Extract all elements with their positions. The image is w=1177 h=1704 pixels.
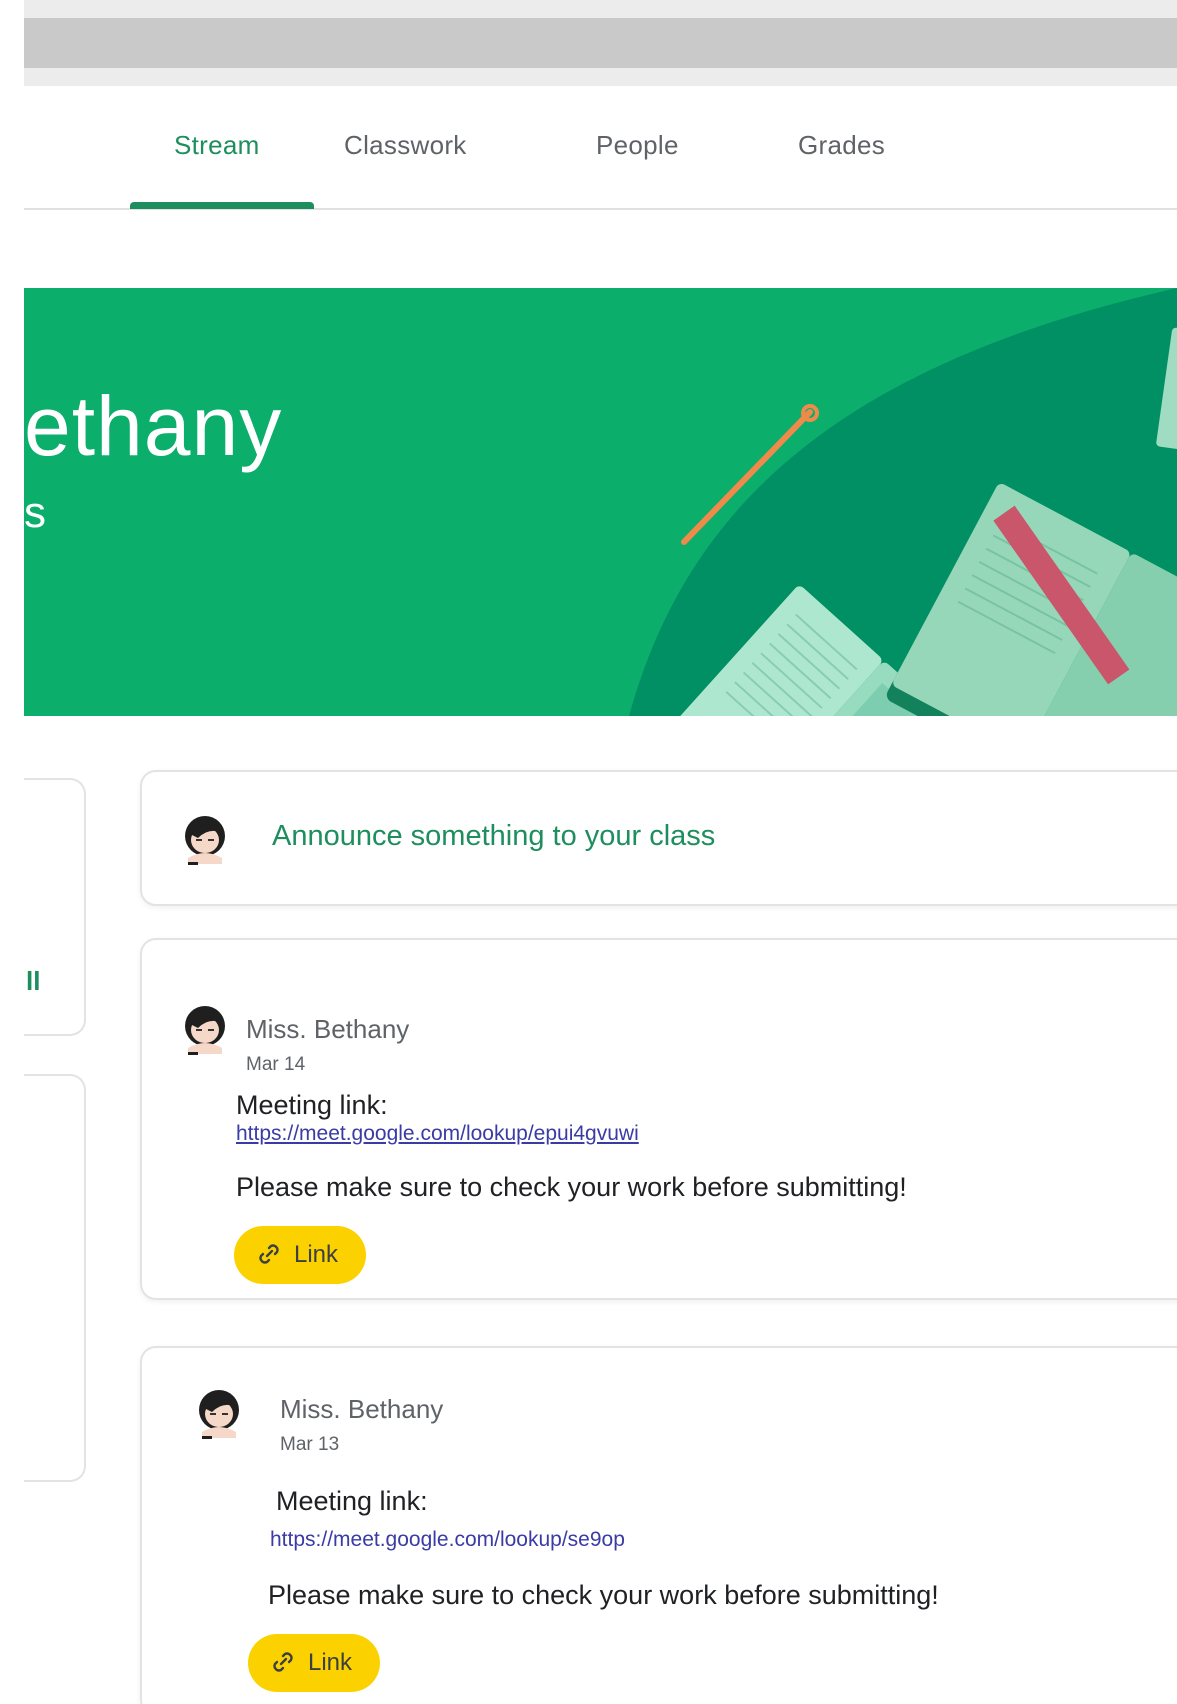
class-info-card	[24, 1074, 86, 1482]
post-author: Miss. Bethany	[280, 1394, 444, 1424]
tab-stream[interactable]: Stream	[174, 130, 260, 161]
announce-placeholder[interactable]: Announce something to your class	[272, 820, 715, 853]
tab-grades[interactable]: Grades	[798, 130, 885, 161]
post-message: Please make sure to check your work befo…	[268, 1580, 939, 1610]
browser-toolbar-edge	[24, 68, 1177, 86]
post-author: Miss. Bethany	[246, 1014, 410, 1044]
avatar	[185, 816, 225, 865]
post-message: Please make sure to check your work befo…	[236, 1172, 907, 1202]
post-date: Mar 14	[246, 1054, 306, 1075]
author-avatar	[185, 1006, 225, 1055]
view-all-link[interactable]: ll	[26, 966, 40, 997]
post-card: Miss. Bethany Mar 14 Meeting link: https…	[140, 938, 1177, 1300]
link-chip[interactable]: Link	[248, 1634, 380, 1692]
browser-toolbar	[24, 18, 1177, 68]
class-tabs: Stream Classwork People Grades	[24, 86, 1177, 210]
active-tab-indicator	[130, 202, 314, 209]
link-icon	[259, 1244, 279, 1264]
post-card: Miss. Bethany Mar 13 Meeting link: https…	[140, 1346, 1177, 1704]
meeting-label: Meeting link:	[236, 1090, 388, 1120]
upcoming-card: ll	[24, 778, 86, 1036]
link-chip[interactable]: Link	[234, 1226, 366, 1284]
link-chip-label: Link	[308, 1649, 353, 1676]
link-icon	[273, 1652, 293, 1672]
announce-box[interactable]: Announce something to your class	[140, 770, 1177, 906]
page-left-margin	[0, 0, 24, 1704]
author-avatar	[199, 1390, 239, 1439]
meeting-link[interactable]: https://meet.google.com/lookup/se9op	[270, 1528, 625, 1552]
class-banner: ethany s	[24, 288, 1177, 716]
meeting-link[interactable]: https://meet.google.com/lookup/epui4gvuw…	[236, 1122, 639, 1146]
class-section: s	[24, 488, 46, 537]
books-illustration	[629, 288, 1177, 716]
class-name: ethany	[24, 379, 283, 473]
link-chip-label: Link	[294, 1241, 339, 1268]
meeting-label: Meeting link:	[276, 1486, 428, 1516]
tab-people[interactable]: People	[596, 130, 679, 161]
tab-classwork[interactable]: Classwork	[344, 130, 467, 161]
post-date: Mar 13	[280, 1434, 340, 1455]
browser-top-strip	[24, 0, 1177, 18]
